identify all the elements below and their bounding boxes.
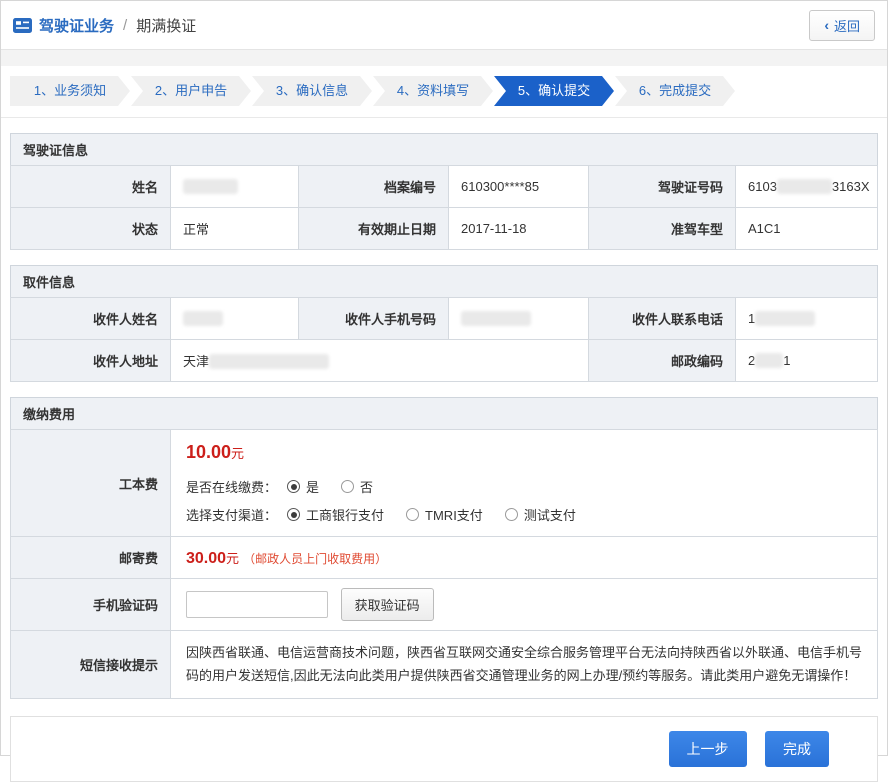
recipient-address-value: 天津 <box>171 340 589 382</box>
table-row: 收件人地址 天津 邮政编码 21 <box>11 340 878 382</box>
cost-fee-label: 工本费 <box>11 430 171 537</box>
recipient-tel-label: 收件人联系电话 <box>589 298 736 340</box>
name-label: 姓名 <box>11 166 171 208</box>
step-progress-bar: 1、业务须知 2、用户申告 3、确认信息 4、资料填写 5、确认提交 6、完成提… <box>10 76 878 106</box>
breadcrumb: 驾驶证业务 / 期满换证 <box>13 15 196 36</box>
zip-code-label: 邮政编码 <box>589 340 736 382</box>
zip-code-value: 21 <box>736 340 878 382</box>
license-info-table: 姓名 档案编号 610300****85 驾驶证号码 61033163X 状态 … <box>10 165 878 250</box>
redacted-zip <box>755 353 783 368</box>
get-code-button[interactable]: 获取验证码 <box>341 588 434 621</box>
radio-dot-icon <box>287 480 300 493</box>
sms-code-cell: 获取验证码 <box>171 579 878 631</box>
radio-dot-icon <box>341 480 354 493</box>
redacted-recipient-name <box>183 311 223 326</box>
table-row: 姓名 档案编号 610300****85 驾驶证号码 61033163X <box>11 166 878 208</box>
radio-dot-icon <box>406 508 419 521</box>
cost-amount: 10.00 <box>186 442 231 462</box>
previous-step-button[interactable]: 上一步 <box>669 731 747 767</box>
table-row: 短信接收提示 因陕西省联通、电信运营商技术问题，陕西省互联网交通安全综合服务管理… <box>11 631 878 699</box>
radio-channel-icbc[interactable]: 工商银行支付 <box>287 505 384 524</box>
name-value <box>171 166 299 208</box>
step-6-finish-submit: 6、完成提交 <box>615 76 735 106</box>
pay-channel-line: 选择支付渠道： 工商银行支付 TMRI支付 测试支付 <box>186 505 862 524</box>
table-row: 工本费 10.00元 是否在线缴费： 是 否 选择支付渠道： 工商银行支付 TM… <box>11 430 878 537</box>
header: 驾驶证业务 / 期满换证 ‹ 返回 <box>1 1 887 50</box>
step-1-business-notice: 1、业务须知 <box>10 76 130 106</box>
cost-fee-cell: 10.00元 是否在线缴费： 是 否 选择支付渠道： 工商银行支付 TMRI支付… <box>171 430 878 537</box>
valid-until-value: 2017-11-18 <box>449 208 589 250</box>
postage-amount: 30.00 <box>186 550 226 567</box>
footer-action-bar: 上一步 完成 <box>10 716 878 782</box>
header-divider <box>1 50 887 66</box>
table-row: 状态 正常 有效期止日期 2017-11-18 准驾车型 A1C1 <box>11 208 878 250</box>
license-business-icon <box>13 18 32 33</box>
valid-until-label: 有效期止日期 <box>299 208 449 250</box>
step-4-fill-data: 4、资料填写 <box>373 76 493 106</box>
breadcrumb-main: 驾驶证业务 <box>39 15 114 36</box>
radio-online-yes[interactable]: 是 <box>287 477 319 496</box>
license-no-label: 驾驶证号码 <box>589 166 736 208</box>
status-value: 正常 <box>171 208 299 250</box>
radio-channel-tmri[interactable]: TMRI支付 <box>406 505 483 524</box>
fee-table: 工本费 10.00元 是否在线缴费： 是 否 选择支付渠道： 工商银行支付 TM… <box>10 429 878 699</box>
step-2-user-declaration: 2、用户申告 <box>131 76 251 106</box>
fee-section-title: 缴纳费用 <box>10 397 878 429</box>
recipient-name-value <box>171 298 299 340</box>
postage-fee-label: 邮寄费 <box>11 537 171 579</box>
recipient-name-label: 收件人姓名 <box>11 298 171 340</box>
table-row: 手机验证码 获取验证码 <box>11 579 878 631</box>
online-pay-line: 是否在线缴费： 是 否 <box>186 477 862 496</box>
page: 驾驶证业务 / 期满换证 ‹ 返回 1、业务须知 2、用户申告 3、确认信息 4… <box>0 0 888 756</box>
recipient-mobile-value <box>449 298 589 340</box>
pickup-section-title: 取件信息 <box>10 265 878 297</box>
back-chevron-icon: ‹ <box>824 18 829 32</box>
breadcrumb-sub: 期满换证 <box>136 15 196 36</box>
online-pay-label: 是否在线缴费： <box>186 477 277 496</box>
sms-code-input[interactable] <box>186 591 328 618</box>
sms-tip-text: 因陕西省联通、电信运营商技术问题，陕西省互联网交通安全综合服务管理平台无法向持陕… <box>171 631 878 699</box>
breadcrumb-separator: / <box>123 17 127 34</box>
recipient-mobile-label: 收件人手机号码 <box>299 298 449 340</box>
redacted-recipient-tel <box>755 311 815 326</box>
step-5-confirm-submit: 5、确认提交 <box>494 76 614 106</box>
step-3-confirm-info: 3、确认信息 <box>252 76 372 106</box>
cost-unit: 元 <box>231 446 244 461</box>
radio-dot-icon <box>287 508 300 521</box>
sms-code-label: 手机验证码 <box>11 579 171 631</box>
status-label: 状态 <box>11 208 171 250</box>
license-no-value: 61033163X <box>736 166 878 208</box>
file-no-label: 档案编号 <box>299 166 449 208</box>
vehicle-class-label: 准驾车型 <box>589 208 736 250</box>
recipient-address-label: 收件人地址 <box>11 340 171 382</box>
table-row: 收件人姓名 收件人手机号码 收件人联系电话 1 <box>11 298 878 340</box>
sms-tip-label: 短信接收提示 <box>11 631 171 699</box>
back-button-label: 返回 <box>834 16 860 35</box>
fee-section: 缴纳费用 工本费 10.00元 是否在线缴费： 是 否 选择支付渠道： 工 <box>10 397 878 699</box>
pickup-info-table: 收件人姓名 收件人手机号码 收件人联系电话 1 收件人地址 天津 邮政编码 21 <box>10 297 878 382</box>
radio-online-no[interactable]: 否 <box>341 477 373 496</box>
postage-fee-cell: 30.00元 （邮政人员上门收取费用） <box>171 537 878 579</box>
postage-note: （邮政人员上门收取费用） <box>243 552 387 566</box>
steps-divider <box>1 117 887 118</box>
table-row: 邮寄费 30.00元 （邮政人员上门收取费用） <box>11 537 878 579</box>
recipient-tel-value: 1 <box>736 298 878 340</box>
back-button[interactable]: ‹ 返回 <box>809 10 875 41</box>
finish-button[interactable]: 完成 <box>765 731 829 767</box>
vehicle-class-value: A1C1 <box>736 208 878 250</box>
license-info-section: 驾驶证信息 姓名 档案编号 610300****85 驾驶证号码 6103316… <box>10 133 878 250</box>
redacted-address <box>209 354 329 369</box>
redacted-license-no <box>777 179 832 194</box>
pickup-info-section: 取件信息 收件人姓名 收件人手机号码 收件人联系电话 1 收件人地址 天津 邮政… <box>10 265 878 382</box>
cost-amount-line: 10.00元 <box>186 442 862 463</box>
file-no-value: 610300****85 <box>449 166 589 208</box>
pay-channel-label: 选择支付渠道： <box>186 505 277 524</box>
redacted-recipient-mobile <box>461 311 531 326</box>
redacted-name <box>183 179 238 194</box>
postage-unit: 元 <box>226 551 239 566</box>
license-section-title: 驾驶证信息 <box>10 133 878 165</box>
radio-channel-test[interactable]: 测试支付 <box>505 505 576 524</box>
radio-dot-icon <box>505 508 518 521</box>
